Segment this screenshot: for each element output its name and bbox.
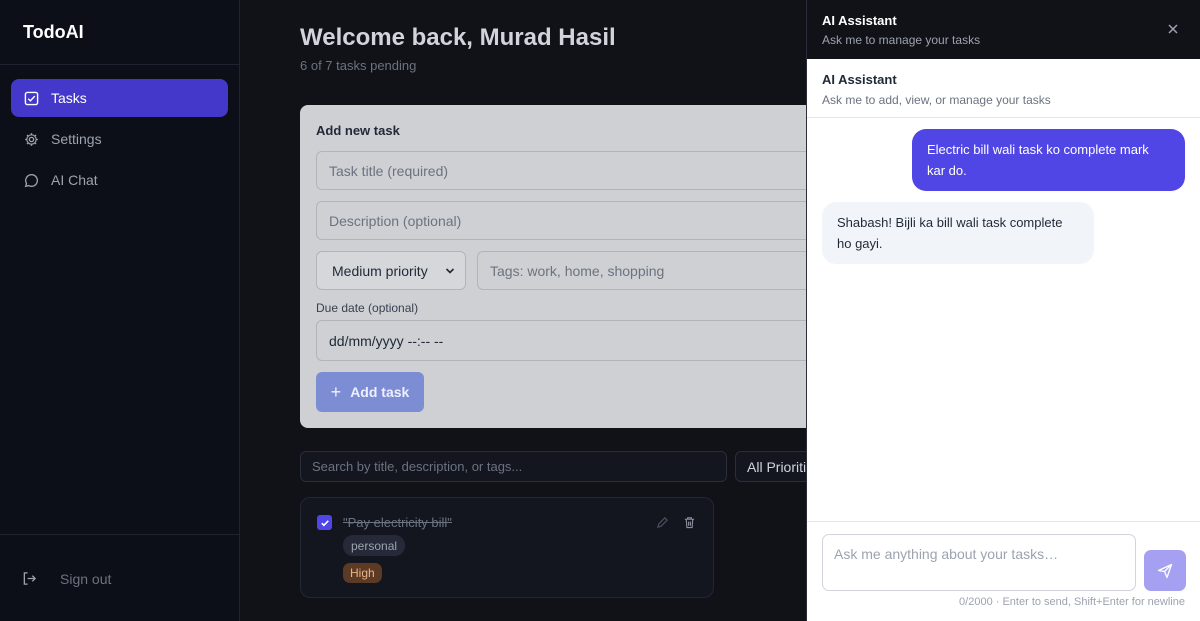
gear-icon — [23, 131, 39, 147]
sidebar-footer: Sign out — [0, 534, 239, 621]
chat-title: AI Assistant — [822, 72, 897, 87]
due-date-label: Due date (optional) — [316, 301, 419, 315]
due-date-input[interactable]: dd/mm/yyyy --:-- -- — [316, 320, 824, 361]
app-logo: TodoAI — [0, 0, 239, 65]
sign-out-button[interactable]: Sign out — [0, 535, 239, 621]
task-title: "Pay electricity bill" — [343, 515, 452, 530]
task-complete-checkbox[interactable] — [317, 515, 332, 530]
pending-count: 6 of 7 tasks pending — [300, 58, 417, 73]
tags-input[interactable]: Tags: work, home, shopping — [477, 251, 824, 290]
plus-icon: + — [330, 381, 342, 402]
sign-out-label: Sign out — [60, 570, 112, 587]
panel-title: AI Assistant — [822, 13, 897, 28]
task-card: "Pay electricity bill" personal High — [300, 497, 714, 598]
assistant-message: Shabash! Bijli ka bill wali task complet… — [822, 202, 1094, 264]
chat-bubble-icon — [23, 172, 39, 188]
input-hint: 0/2000 · Enter to send, Shift+Enter for … — [959, 596, 1185, 608]
send-icon — [1157, 563, 1173, 578]
checkbox-icon — [23, 90, 39, 106]
sidebar-nav: Tasks Settings AI Chat — [0, 65, 239, 216]
edit-pencil-icon[interactable] — [656, 516, 669, 534]
sidebar-item-label: Settings — [51, 131, 102, 147]
chat-input[interactable]: Ask me anything about your tasks… — [822, 534, 1136, 591]
close-icon[interactable] — [1166, 22, 1180, 36]
add-task-button[interactable]: + Add task — [316, 372, 424, 412]
sidebar-item-label: AI Chat — [51, 172, 98, 188]
sidebar-item-tasks[interactable]: Tasks — [11, 79, 228, 117]
chevron-down-icon — [445, 263, 455, 279]
check-icon — [320, 519, 329, 526]
page-title: Welcome back, Murad Hasil — [300, 24, 616, 51]
task-tag: personal — [343, 535, 406, 556]
add-task-label: Add task — [350, 384, 410, 400]
trash-icon[interactable] — [683, 516, 696, 534]
task-title-input[interactable]: Task title (required) — [316, 151, 824, 190]
sidebar-item-ai-chat[interactable]: AI Chat — [11, 161, 228, 199]
priority-select-value: Medium priority — [332, 262, 428, 279]
send-button[interactable] — [1144, 550, 1186, 591]
panel-header: AI Assistant Ask me to manage your tasks — [807, 0, 1200, 59]
chat-header: AI Assistant Ask me to add, view, or man… — [807, 59, 1200, 118]
panel-subtitle: Ask me to manage your tasks — [822, 33, 981, 47]
task-description-input[interactable]: Description (optional) — [316, 201, 824, 240]
form-heading: Add new task — [316, 123, 400, 138]
task-search-input[interactable]: Search by title, description, or tags... — [300, 451, 727, 482]
sidebar-item-label: Tasks — [51, 90, 87, 106]
priority-select[interactable]: Medium priority — [316, 251, 466, 290]
priority-badge: High — [343, 563, 382, 583]
sidebar: TodoAI Tasks Settings AI Chat Sign out — [0, 0, 240, 621]
ai-assistant-panel: AI Assistant Ask me to manage your tasks… — [806, 0, 1200, 621]
sidebar-item-settings[interactable]: Settings — [11, 120, 228, 158]
task-actions — [656, 516, 696, 534]
chat-subtitle: Ask me to add, view, or manage your task… — [822, 93, 1051, 107]
user-message: Electric bill wali task ko complete mark… — [912, 129, 1185, 191]
add-task-form: Add new task Task title (required) Descr… — [300, 105, 840, 428]
chat-composer: Ask me anything about your tasks… 0/2000… — [807, 521, 1200, 621]
priority-filter-select[interactable]: All Priorities — [735, 451, 815, 482]
sign-out-icon — [22, 571, 38, 587]
